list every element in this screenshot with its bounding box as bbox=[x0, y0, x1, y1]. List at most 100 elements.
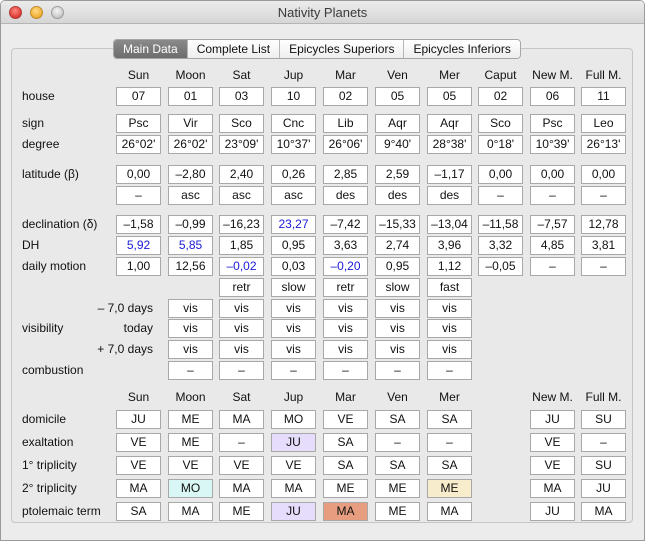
triplicity2-cell: ME bbox=[323, 479, 368, 498]
column-header: Mar bbox=[335, 390, 356, 404]
visibility-label: visibility bbox=[22, 321, 64, 335]
latitude-cell: –2,80 bbox=[168, 165, 213, 184]
dh-label: DH bbox=[22, 238, 40, 252]
exaltation-cell: – bbox=[581, 433, 626, 452]
sign-cell: Aqr bbox=[375, 114, 420, 133]
house-cell: 07 bbox=[116, 87, 161, 106]
visibility-cell: vis bbox=[427, 319, 472, 338]
tab-main-data[interactable]: Main Data bbox=[114, 40, 188, 58]
degree-cell: 26°13' bbox=[581, 135, 626, 154]
daily-motion-cell: 0,03 bbox=[271, 257, 316, 276]
daily-motion-cell: 12,56 bbox=[168, 257, 213, 276]
triplicity2-cell: MA bbox=[116, 479, 161, 498]
latitude-direction-cell: des bbox=[375, 186, 420, 205]
house-cell: 03 bbox=[219, 87, 264, 106]
domicile-cell: VE bbox=[323, 410, 368, 429]
exaltation-cell: VE bbox=[530, 433, 575, 452]
house-cell: 02 bbox=[478, 87, 523, 106]
column-header: Jup bbox=[283, 390, 304, 404]
latitude-direction-cell: des bbox=[323, 186, 368, 205]
latitude-direction-cell: – bbox=[530, 186, 575, 205]
ptolemaic-term-cell: MA bbox=[168, 502, 213, 521]
visibility-cell: vis bbox=[427, 299, 472, 318]
column-header: Full M. bbox=[585, 68, 622, 82]
declination-cell: –13,04 bbox=[427, 215, 472, 234]
daily-motion-cell: 0,95 bbox=[375, 257, 420, 276]
degree-cell: 26°06' bbox=[323, 135, 368, 154]
ptolemaic-label: ptolemaic term bbox=[22, 504, 101, 518]
motion-state-cell: retr bbox=[219, 278, 264, 297]
combustion-cell: – bbox=[168, 361, 213, 380]
daily-motion-cell: – bbox=[530, 257, 575, 276]
sign-cell: Sco bbox=[478, 114, 523, 133]
triplicity2-cell: MA bbox=[271, 479, 316, 498]
ptolemaic-term-cell: JU bbox=[271, 502, 316, 521]
combustion-cell: – bbox=[427, 361, 472, 380]
daily-motion-cell: –0,05 bbox=[478, 257, 523, 276]
column-header: Mer bbox=[439, 68, 460, 82]
combustion-label: combustion bbox=[22, 363, 84, 377]
column-header: Caput bbox=[484, 68, 517, 82]
dh-cell: 3,96 bbox=[427, 236, 472, 255]
degree-cell: 10°37' bbox=[271, 135, 316, 154]
degree-cell: 10°39' bbox=[530, 135, 575, 154]
tab-bar: Main Data Complete List Epicycles Superior… bbox=[113, 39, 521, 59]
triplicity1-cell: VE bbox=[219, 456, 264, 475]
visibility-cell: vis bbox=[271, 299, 316, 318]
daily-motion-label: daily motion bbox=[22, 259, 87, 273]
visibility-cell: vis bbox=[427, 340, 472, 359]
latitude-cell: 0,00 bbox=[581, 165, 626, 184]
triplicity1-cell: SA bbox=[375, 456, 420, 475]
latitude-direction-cell: – bbox=[478, 186, 523, 205]
triplicity2-cell: JU bbox=[581, 479, 626, 498]
ptolemaic-term-cell: JU bbox=[530, 502, 575, 521]
daily-motion-cell: – bbox=[581, 257, 626, 276]
sign-cell: Leo bbox=[581, 114, 626, 133]
dh-cell: 5,85 bbox=[168, 236, 213, 255]
tab-epicycles-superiors[interactable]: Epicycles Superiors bbox=[280, 40, 405, 58]
declination-cell: –15,33 bbox=[375, 215, 420, 234]
visibility-cell: vis bbox=[271, 340, 316, 359]
declination-cell: 23,27 bbox=[271, 215, 316, 234]
exaltation-cell: SA bbox=[323, 433, 368, 452]
house-cell: 10 bbox=[271, 87, 316, 106]
declination-cell: –11,58 bbox=[478, 215, 523, 234]
triplicity1-cell: SU bbox=[581, 456, 626, 475]
exaltation-label: exaltation bbox=[22, 435, 74, 449]
declination-cell: –0,99 bbox=[168, 215, 213, 234]
tab-epicycles-inferiors[interactable]: Epicycles Inferiors bbox=[404, 40, 520, 58]
exaltation-cell: – bbox=[427, 433, 472, 452]
column-header: Sun bbox=[127, 68, 150, 82]
column-header: Sat bbox=[232, 68, 251, 82]
combustion-cell: – bbox=[271, 361, 316, 380]
app-window: Nativity Planets Main Data Complete List E… bbox=[0, 0, 645, 541]
visibility-cell: vis bbox=[323, 299, 368, 318]
domicile-cell: SA bbox=[375, 410, 420, 429]
column-header: New M. bbox=[532, 68, 573, 82]
latitude-cell: 0,00 bbox=[116, 165, 161, 184]
visibility-cell: vis bbox=[219, 299, 264, 318]
sign-label: sign bbox=[22, 116, 45, 130]
triplicity1-cell: VE bbox=[271, 456, 316, 475]
latitude-direction-cell: – bbox=[581, 186, 626, 205]
declination-cell: –7,57 bbox=[530, 215, 575, 234]
triplicity2-cell: MA bbox=[530, 479, 575, 498]
exaltation-cell: ME bbox=[168, 433, 213, 452]
visibility-plus-label: + 7,0 days bbox=[97, 342, 153, 356]
combustion-cell: – bbox=[323, 361, 368, 380]
triplicity2-cell: MA bbox=[219, 479, 264, 498]
dh-cell: 5,92 bbox=[116, 236, 161, 255]
exaltation-cell: – bbox=[375, 433, 420, 452]
visibility-cell: vis bbox=[219, 319, 264, 338]
dh-cell: 0,95 bbox=[271, 236, 316, 255]
degree-cell: 23°09' bbox=[219, 135, 264, 154]
latitude-cell: 2,59 bbox=[375, 165, 420, 184]
tab-complete-list[interactable]: Complete List bbox=[187, 40, 281, 58]
degree-cell: 28°38' bbox=[427, 135, 472, 154]
domicile-cell: JU bbox=[116, 410, 161, 429]
latitude-cell: 0,00 bbox=[478, 165, 523, 184]
sign-cell: Psc bbox=[530, 114, 575, 133]
daily-motion-cell: 1,12 bbox=[427, 257, 472, 276]
latitude-direction-cell: asc bbox=[168, 186, 213, 205]
house-cell: 05 bbox=[427, 87, 472, 106]
